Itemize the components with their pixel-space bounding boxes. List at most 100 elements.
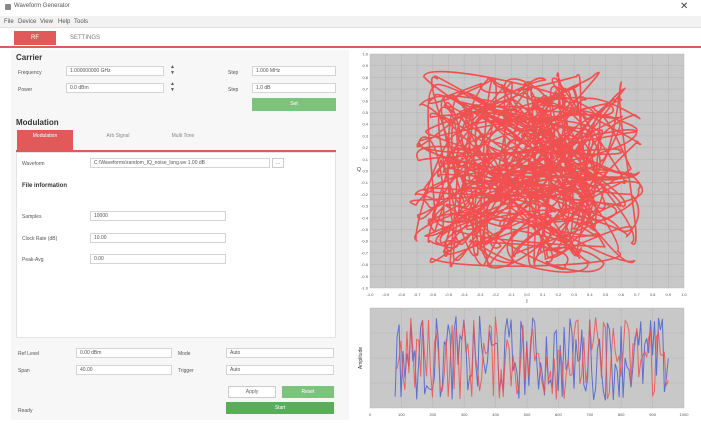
set-carrier-button[interactable]: Set <box>252 98 336 111</box>
time-domain-chart: 0 100 200 300 400 500 600 700 800 900 1000 Amplitud… <box>358 307 690 417</box>
span-label: Span <box>18 368 30 374</box>
x-tick-label: 0.0 <box>524 292 530 297</box>
x-tick-label: -0.1 <box>508 292 516 297</box>
subtab-modulation[interactable]: Modulation <box>17 130 73 150</box>
subtab-arb-signal[interactable]: Arb Signal <box>90 130 146 150</box>
y-tick-label: 0.2 <box>362 145 368 150</box>
modulation-panel <box>16 152 336 338</box>
y-tick-label: 0.1 <box>362 157 368 162</box>
x-tick-label: -0.6 <box>429 292 437 297</box>
y-tick-label: -0.9 <box>361 274 369 279</box>
frequency-label: Frequency <box>18 70 42 76</box>
menu-file[interactable]: File <box>4 19 14 25</box>
y-tick-label: 0.6 <box>362 98 368 103</box>
x-tick-label: -0.4 <box>461 292 469 297</box>
x-tick-label: -1.0 <box>367 292 375 297</box>
clock-rate-label: Clock Rate (dB) <box>22 236 58 242</box>
menu-help[interactable]: Help <box>58 19 70 25</box>
y-tick-label: -1.0 <box>361 286 369 291</box>
window-title: Waveform Generator <box>14 3 70 9</box>
y-tick-label: -0.4 <box>361 215 369 220</box>
peak-avg-input[interactable]: 0.00 <box>90 254 226 264</box>
time-x-tick-label: 500 <box>524 412 531 417</box>
x-tick-label: 0.2 <box>556 292 562 297</box>
tab-rf[interactable]: RF <box>14 31 56 45</box>
y-tick-label: -0.2 <box>361 192 369 197</box>
peak-avg-label: Peak-Avg <box>22 257 44 263</box>
y-tick-label: 0.5 <box>362 110 368 115</box>
subtab-multi-tone[interactable]: Multi Tone <box>155 130 211 150</box>
y-tick-label: 0.7 <box>362 87 368 92</box>
y-tick-label: 0.9 <box>362 63 368 68</box>
y-tick-label: -0.8 <box>361 262 369 267</box>
menu-tools[interactable]: Tools <box>74 19 88 25</box>
x-tick-label: -0.9 <box>382 292 390 297</box>
time-x-tick-label: 100 <box>398 412 405 417</box>
ref-level-input[interactable]: 0.00 dBm <box>76 348 172 358</box>
power-input[interactable]: 0.0 dBm <box>66 83 164 93</box>
step2-label: Step <box>228 87 239 93</box>
iq-x-axis-label: I <box>526 299 527 305</box>
time-x-tick-label: 0 <box>369 412 372 417</box>
x-tick-label: 0.8 <box>650 292 656 297</box>
time-y-axis-label: Amplitude <box>358 347 364 369</box>
waveform-label: Waveform <box>22 161 45 167</box>
time-x-tick-label: 200 <box>429 412 436 417</box>
x-tick-label: -0.3 <box>476 292 484 297</box>
clock-rate-input[interactable]: 10.00 <box>90 233 226 243</box>
frequency-spin-down-icon[interactable]: ▼ <box>170 71 175 76</box>
y-tick-label: 0.4 <box>362 122 368 127</box>
step-input[interactable]: 1.000 MHz <box>252 66 336 76</box>
x-tick-label: 0.9 <box>666 292 672 297</box>
y-tick-label: -0.3 <box>361 204 369 209</box>
x-tick-label: 0.6 <box>618 292 624 297</box>
samples-label: Samples <box>22 214 42 220</box>
span-input[interactable]: 40.00 <box>76 365 172 375</box>
menu-device[interactable]: Device <box>18 19 36 25</box>
apply-button[interactable]: Apply <box>228 386 276 398</box>
frequency-input[interactable]: 1.000000000 GHz <box>66 66 164 76</box>
x-tick-label: 0.4 <box>587 292 593 297</box>
trigger-label: Trigger <box>178 368 194 374</box>
carrier-title: Carrier <box>16 53 43 62</box>
samples-input[interactable]: 10000 <box>90 211 226 221</box>
y-tick-label: 0.3 <box>362 133 368 138</box>
power-spin-down-icon[interactable]: ▼ <box>170 88 175 93</box>
y-tick-label: -0.1 <box>361 180 369 185</box>
close-icon[interactable]: ✕ <box>680 1 688 12</box>
charts-area: -1.0 -0.9 -0.8 -0.7 -0.6 -0.5 -0.4 -0.3 -0.2 -0.1… <box>357 52 690 418</box>
time-x-tick-label: 900 <box>649 412 656 417</box>
time-x-tick-label: 300 <box>461 412 468 417</box>
waveform-path-input[interactable]: C:\Waveforms\random_IQ_noise_long.wv 1.0… <box>90 158 270 168</box>
y-tick-label: -0.5 <box>361 227 369 232</box>
time-x-tick-label: 400 <box>492 412 499 417</box>
x-tick-label: 0.5 <box>603 292 609 297</box>
time-x-tick-label: 800 <box>618 412 625 417</box>
mode-input[interactable]: Auto <box>226 348 334 358</box>
title-bar <box>0 0 701 16</box>
browse-button[interactable]: … <box>272 158 284 168</box>
x-tick-label: -0.5 <box>445 292 453 297</box>
iq-constellation-chart: -1.0 -0.9 -0.8 -0.7 -0.6 -0.5 -0.4 -0.3 -0.2 -0.1… <box>357 52 688 306</box>
trigger-input[interactable]: Auto <box>226 365 334 375</box>
time-x-tick-label: 1000 <box>680 412 690 417</box>
menu-bar <box>0 16 701 28</box>
x-tick-label: 0.1 <box>540 292 546 297</box>
x-tick-label: 0.7 <box>634 292 640 297</box>
y-tick-label: 0.0 <box>362 169 368 174</box>
menu-view[interactable]: View <box>40 19 53 25</box>
step-label: Step <box>228 70 239 76</box>
app-icon <box>5 4 11 10</box>
y-tick-label: -0.7 <box>361 250 369 255</box>
y-tick-label: 1.0 <box>362 52 368 57</box>
mode-label: Mode <box>178 351 191 357</box>
modulation-title: Modulation <box>16 118 59 127</box>
x-tick-label: -0.8 <box>398 292 406 297</box>
x-tick-label: -0.2 <box>492 292 500 297</box>
reset-button[interactable]: Reset <box>282 386 334 398</box>
y-tick-label: -0.6 <box>361 239 369 244</box>
x-tick-label: -0.7 <box>414 292 422 297</box>
start-button[interactable]: Start <box>226 402 334 414</box>
step2-input[interactable]: 1.0 dB <box>252 83 336 93</box>
tab-settings[interactable]: SETTINGS <box>62 31 108 45</box>
